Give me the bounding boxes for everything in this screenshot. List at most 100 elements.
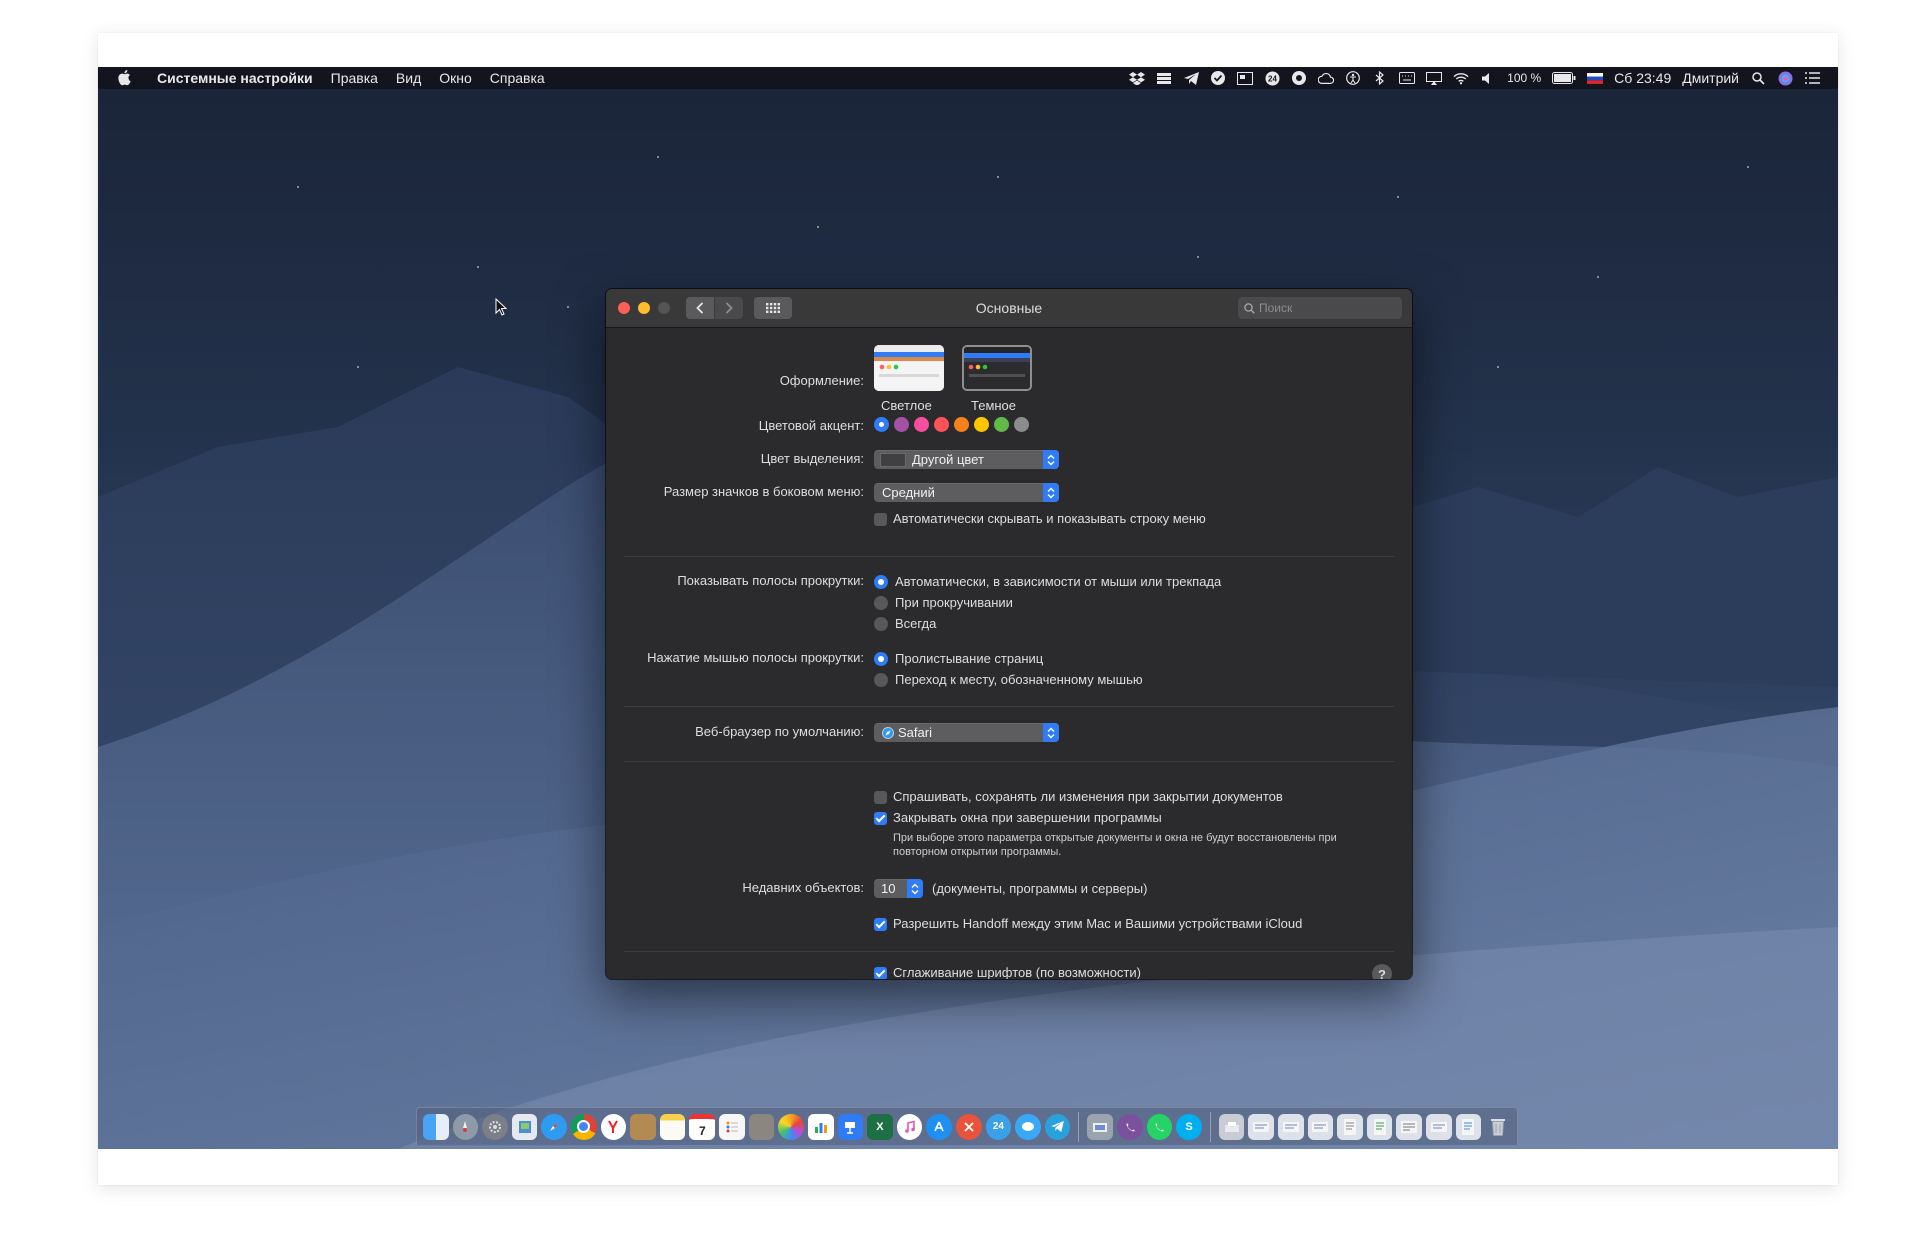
auto-hide-menu-label[interactable]: Автоматически скрывать и показывать стро…: [893, 511, 1206, 526]
menu-app-name[interactable]: Системные настройки: [148, 70, 322, 86]
photos-icon[interactable]: [778, 1113, 804, 1140]
trash-icon[interactable]: [1485, 1114, 1511, 1140]
document-icon[interactable]: [1396, 1113, 1423, 1140]
notes-app-icon[interactable]: [630, 1113, 656, 1140]
telegram-icon[interactable]: [1183, 71, 1199, 85]
recent-items-popup[interactable]: 10: [874, 879, 923, 898]
finder-icon[interactable]: [423, 1113, 449, 1140]
siri-icon[interactable]: [1777, 71, 1793, 85]
scroll-click-jump-radio[interactable]: [874, 673, 888, 687]
accent-color-swatch[interactable]: [914, 417, 929, 432]
accent-color-swatch[interactable]: [974, 417, 989, 432]
battery-icon[interactable]: [1552, 71, 1576, 85]
scrollbars-always-label[interactable]: Всегда: [895, 616, 936, 631]
stack-icon[interactable]: [1156, 71, 1172, 85]
cloud-icon[interactable]: [1318, 71, 1335, 85]
safari-icon[interactable]: [541, 1113, 568, 1140]
keyboard-icon[interactable]: [1399, 71, 1416, 85]
battery-percent[interactable]: 100 %: [1507, 71, 1541, 85]
document-icon[interactable]: [1307, 1113, 1334, 1140]
document-icon[interactable]: [1278, 1113, 1304, 1140]
numbers-icon[interactable]: [807, 1113, 834, 1140]
skype-icon[interactable]: S: [1176, 1113, 1202, 1140]
scrollbars-auto-radio[interactable]: [874, 575, 888, 589]
accent-color-swatch[interactable]: [994, 417, 1009, 432]
font-smoothing-checkbox[interactable]: [874, 967, 887, 979]
sidebar-icon-size-popup[interactable]: Средний: [874, 483, 1059, 502]
preview-icon[interactable]: [511, 1113, 538, 1140]
scrollbars-always-radio[interactable]: [874, 617, 888, 631]
document-icon[interactable]: [1455, 1113, 1482, 1140]
bluetooth-icon[interactable]: [1372, 71, 1388, 85]
check-icon[interactable]: [1210, 71, 1226, 85]
search-icon[interactable]: [1750, 71, 1766, 85]
accent-color-swatch[interactable]: [1014, 417, 1029, 432]
document-icon[interactable]: [1248, 1113, 1275, 1140]
list-icon[interactable]: [1804, 71, 1820, 85]
accent-color-swatch[interactable]: [954, 417, 969, 432]
scrollbars-auto-label[interactable]: Автоматически, в зависимости от мыши или…: [895, 574, 1221, 589]
accessibility-icon[interactable]: [1345, 71, 1361, 85]
close-windows-checkbox[interactable]: [874, 812, 887, 825]
scrollbars-scrolling-label[interactable]: При прокручивании: [895, 595, 1013, 610]
whatsapp-icon[interactable]: [1146, 1113, 1173, 1140]
yandex-icon[interactable]: [600, 1113, 627, 1140]
menu-window[interactable]: Окно: [430, 70, 481, 86]
app-store-icon[interactable]: [926, 1113, 952, 1140]
notes-icon[interactable]: [659, 1113, 686, 1140]
reminders-icon[interactable]: [719, 1113, 745, 1140]
viber-icon[interactable]: [1291, 71, 1307, 85]
image-capture-icon[interactable]: [1087, 1113, 1113, 1140]
itunes-icon[interactable]: [896, 1113, 923, 1140]
chrome-icon[interactable]: [571, 1113, 597, 1140]
font-smoothing-label[interactable]: Сглаживание шрифтов (по возможности): [893, 965, 1141, 979]
appearance-light-thumbnail[interactable]: [874, 345, 944, 391]
help-button[interactable]: ?: [1372, 964, 1392, 979]
search-field[interactable]: Поиск: [1238, 297, 1402, 319]
menu-view[interactable]: Вид: [387, 70, 430, 86]
volume-icon[interactable]: [1480, 71, 1496, 85]
handoff-label[interactable]: Разрешить Handoff между этим Mac и Вашим…: [893, 916, 1302, 931]
ask-save-checkbox[interactable]: [874, 791, 887, 804]
24-app-icon[interactable]: 24: [985, 1113, 1012, 1140]
wifi-icon[interactable]: [1453, 71, 1469, 85]
apple-menu-icon[interactable]: [118, 70, 134, 86]
airplay-icon[interactable]: [1426, 71, 1443, 85]
toolbox-icon[interactable]: [955, 1113, 982, 1140]
handoff-checkbox[interactable]: [874, 918, 887, 931]
excel-icon[interactable]: X: [867, 1113, 893, 1140]
flag-ru-icon[interactable]: [1587, 71, 1604, 85]
menu-edit[interactable]: Правка: [322, 70, 387, 86]
launchpad-icon[interactable]: [452, 1113, 479, 1140]
dropbox-icon[interactable]: [1129, 71, 1146, 85]
auto-hide-menu-checkbox[interactable]: [874, 513, 887, 526]
24-icon[interactable]: 24: [1264, 71, 1280, 85]
scroll-click-page-radio[interactable]: [874, 652, 888, 666]
telegram-icon[interactable]: [1044, 1113, 1071, 1140]
screen-icon[interactable]: [1237, 71, 1254, 85]
accent-color-swatch[interactable]: [874, 417, 889, 432]
downloads-folder-icon[interactable]: [1218, 1113, 1245, 1140]
system-preferences-icon[interactable]: [482, 1113, 508, 1140]
document-icon[interactable]: [1337, 1113, 1363, 1140]
messages-icon[interactable]: [1015, 1113, 1041, 1140]
accent-color-swatch[interactable]: [934, 417, 949, 432]
appearance-light-label[interactable]: Светлое: [881, 398, 932, 413]
clock[interactable]: Сб 23:49: [1614, 70, 1671, 86]
document-icon[interactable]: [1426, 1113, 1452, 1140]
document-icon[interactable]: [1366, 1113, 1393, 1140]
default-browser-popup[interactable]: Safari: [874, 723, 1059, 742]
books-icon[interactable]: [748, 1113, 775, 1140]
viber-icon[interactable]: [1117, 1113, 1143, 1140]
ask-save-label[interactable]: Спрашивать, сохранять ли изменения при з…: [893, 789, 1283, 804]
calendar-icon[interactable]: 7: [689, 1113, 716, 1140]
scroll-click-jump-label[interactable]: Переход к месту, обозначенному мышью: [895, 672, 1143, 687]
user-name[interactable]: Дмитрий: [1682, 70, 1739, 86]
highlight-color-popup[interactable]: Другой цвет: [874, 450, 1059, 469]
scrollbars-scrolling-radio[interactable]: [874, 596, 888, 610]
appearance-dark-label[interactable]: Темное: [971, 398, 1016, 413]
keynote-icon[interactable]: [837, 1113, 864, 1140]
accent-color-swatch[interactable]: [894, 417, 909, 432]
scroll-click-page-label[interactable]: Пролистывание страниц: [895, 651, 1043, 666]
close-windows-label[interactable]: Закрывать окна при завершении программы: [893, 810, 1162, 825]
